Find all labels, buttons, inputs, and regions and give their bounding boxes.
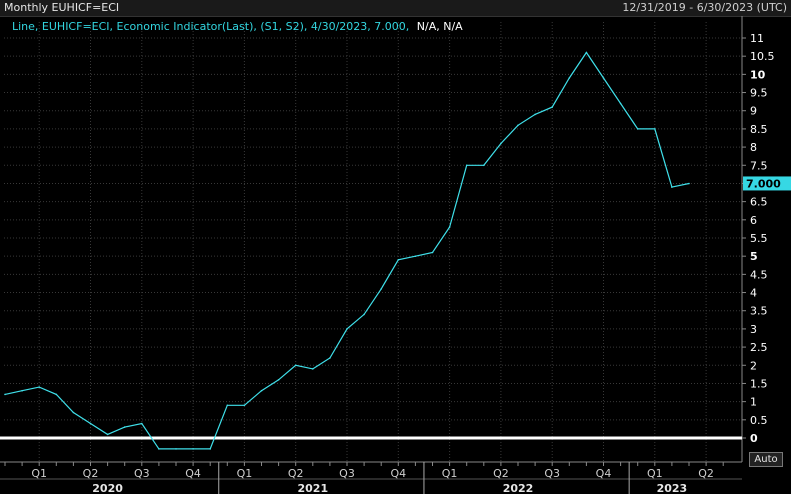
data-point xyxy=(89,422,92,425)
y-tick-label: 6.5 xyxy=(750,196,768,209)
y-tick-label: 8 xyxy=(750,141,757,154)
auto-scale-button[interactable]: Auto xyxy=(749,452,783,467)
data-point xyxy=(72,411,75,414)
y-tick-label: 10 xyxy=(750,68,766,81)
grid xyxy=(4,22,742,462)
x-quarter-label: Q4 xyxy=(390,467,406,480)
data-point xyxy=(619,102,622,105)
data-point xyxy=(123,426,126,428)
x-year-label: 2020 xyxy=(92,482,123,494)
data-point xyxy=(226,404,229,407)
data-point xyxy=(397,259,400,261)
data-point xyxy=(688,182,690,185)
data-point xyxy=(260,389,263,392)
x-quarter-label: Q1 xyxy=(237,467,253,480)
data-point xyxy=(55,393,58,396)
last-value-marker: 7.000 xyxy=(743,176,791,191)
chart-title: Monthly EUHICF=ECI xyxy=(4,1,120,14)
data-point xyxy=(141,422,143,425)
y-tick-label: 6 xyxy=(750,214,757,227)
x-quarter-label: Q4 xyxy=(185,467,201,480)
axis-lines xyxy=(0,16,743,480)
data-point xyxy=(209,448,211,450)
x-axis: Q1 Q2 Q3 Q4 Q1 Q2 Q3 Q4 Q1 Q2 Q3 Q4 Q1 Q2 2020 2021 2022… xyxy=(4,462,724,494)
data-point xyxy=(277,379,280,381)
x-quarter-label: Q2 xyxy=(493,467,509,480)
data-point xyxy=(106,433,109,436)
x-year-label: 2022 xyxy=(503,482,534,494)
data-point xyxy=(654,128,656,130)
x-quarter-label: Q2 xyxy=(698,467,714,480)
data-point xyxy=(346,328,348,330)
y-tick-label: 3 xyxy=(750,323,757,336)
x-quarter-label: Q2 xyxy=(288,467,304,480)
data-point xyxy=(158,448,160,450)
y-tick-label: 3.5 xyxy=(750,305,768,318)
data-point xyxy=(448,226,451,228)
y-tick-label: 2 xyxy=(750,359,757,372)
last-value-label: 7.000 xyxy=(746,177,781,190)
data-point xyxy=(329,357,331,359)
data-point xyxy=(243,404,246,407)
data-point xyxy=(192,448,194,450)
y-tick-label: 4.5 xyxy=(750,268,768,281)
legend-main: Line, EUHICF=ECI, Economic Indicator(Las… xyxy=(12,20,409,33)
data-point xyxy=(517,124,519,127)
date-range: 12/31/2019 - 6/30/2023 (UTC) xyxy=(622,1,787,14)
data-point xyxy=(551,106,553,108)
x-quarter-label: Q1 xyxy=(647,467,663,480)
y-tick-label: 2.5 xyxy=(750,341,768,354)
x-quarter-label: Q4 xyxy=(596,467,612,480)
x-year-label: 2023 xyxy=(657,482,688,494)
data-point xyxy=(671,186,673,188)
chart-canvas[interactable]: 00.511.522.533.544.555.566.577.588.599.5… xyxy=(0,16,791,494)
data-point xyxy=(294,364,297,367)
data-point xyxy=(312,368,314,370)
data-point xyxy=(38,386,40,388)
legend-na: N/A, N/A xyxy=(417,20,463,33)
data-point xyxy=(465,164,468,167)
x-quarter-label: Q3 xyxy=(339,467,355,480)
y-tick-label: 11 xyxy=(750,32,764,45)
x-quarter-label: Q1 xyxy=(31,467,47,480)
y-tick-label: 10.5 xyxy=(750,50,775,63)
data-point xyxy=(636,128,639,130)
x-year-label: 2021 xyxy=(297,482,328,494)
data-point xyxy=(4,393,6,396)
data-point xyxy=(568,77,571,79)
x-quarter-label: Q3 xyxy=(544,467,560,480)
x-quarter-label: Q2 xyxy=(83,467,99,480)
title-bar: Monthly EUHICF=ECI 12/31/2019 - 6/30/202… xyxy=(0,0,791,17)
data-point xyxy=(534,113,536,116)
y-tick-label: 9 xyxy=(750,105,757,118)
y-tick-label: 5.5 xyxy=(750,232,768,245)
data-point xyxy=(500,142,502,145)
y-tick-label: 8.5 xyxy=(750,123,768,136)
y-tick-label: 0 xyxy=(750,432,758,445)
data-point xyxy=(585,51,588,54)
data-point xyxy=(483,164,485,167)
data-point xyxy=(602,77,605,79)
data-point xyxy=(363,313,365,316)
data-point xyxy=(21,389,23,392)
y-tick-label: 0.5 xyxy=(750,414,768,427)
y-tick-label: 1 xyxy=(750,396,757,409)
data-point xyxy=(380,288,383,290)
legend-text: Line, EUHICF=ECI, Economic Indicator(Las… xyxy=(12,20,463,33)
data-point xyxy=(431,251,434,254)
y-tick-label: 5 xyxy=(750,250,758,263)
y-axis: 00.511.522.533.544.555.566.577.588.599.5… xyxy=(742,32,775,445)
x-quarter-label: Q1 xyxy=(442,467,458,480)
y-tick-label: 9.5 xyxy=(750,87,768,100)
data-point xyxy=(175,448,177,450)
x-quarter-label: Q3 xyxy=(134,467,150,480)
y-tick-label: 7.5 xyxy=(750,159,768,172)
y-tick-label: 1.5 xyxy=(750,377,768,390)
data-point xyxy=(414,255,417,257)
y-tick-label: 4 xyxy=(750,287,757,300)
